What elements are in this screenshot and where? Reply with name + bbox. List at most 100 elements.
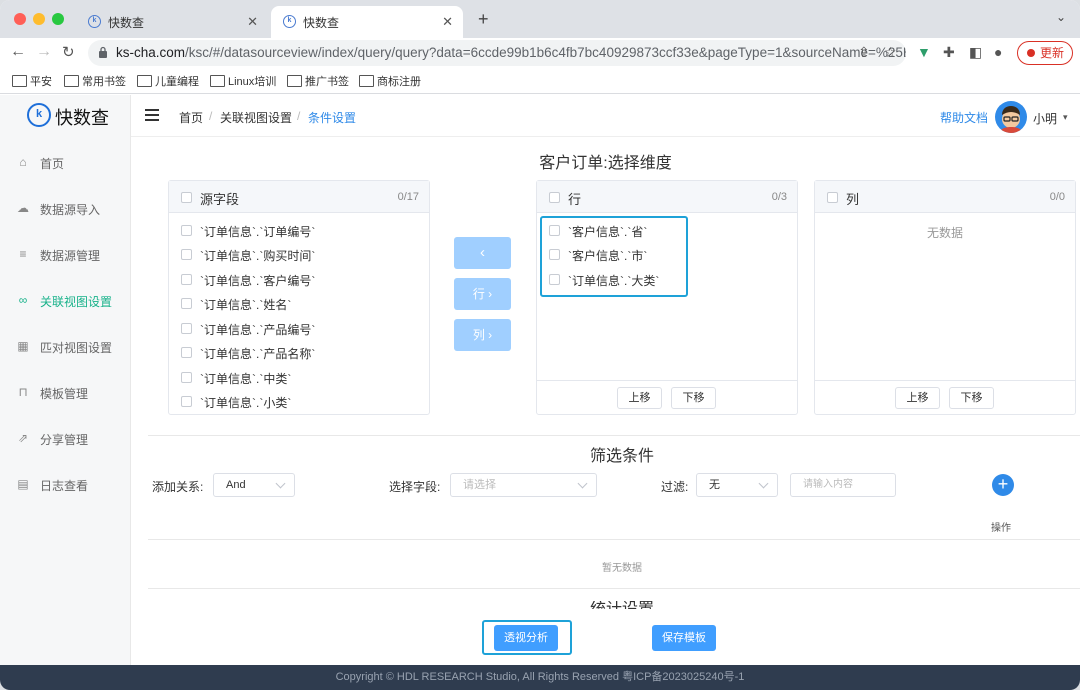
share-icon: ⇗ [17, 431, 29, 445]
vue-devtools-icon[interactable]: ▼ [917, 44, 931, 60]
item-checkbox[interactable] [181, 396, 192, 407]
sidebar-item-logs[interactable]: ▤ 日志查看 [0, 462, 131, 508]
user-menu-caret-icon[interactable]: ▾ [1063, 112, 1068, 123]
tab-search-chevron-icon[interactable]: ⌄ [1056, 10, 1066, 24]
reload-icon[interactable]: ↻ [62, 43, 75, 61]
list-item[interactable]: `订单信息`.`中类` [169, 366, 429, 390]
filter-title: 筛选条件 [589, 448, 654, 465]
extensions-icon[interactable]: ✚ [943, 44, 955, 61]
move-to-column-button[interactable]: 列 › [454, 319, 511, 351]
avatar[interactable] [995, 101, 1027, 133]
update-button[interactable]: 更新 [1017, 41, 1073, 65]
close-tab-icon[interactable]: ✕ [442, 14, 453, 30]
highlight-box [482, 620, 572, 655]
item-checkbox[interactable] [181, 298, 192, 309]
tab-bar: k 快数查 ✕ k 快数查 ✕ + ⌄ [0, 0, 1080, 38]
filter-select[interactable]: 无 [696, 473, 778, 497]
sidebar-item-home[interactable]: ⌂ 首页 [0, 140, 131, 186]
add-condition-button[interactable]: + [992, 474, 1014, 496]
item-checkbox[interactable] [181, 372, 192, 383]
field-select[interactable]: 请选择 [450, 473, 597, 497]
back-icon[interactable]: ← [10, 43, 26, 61]
relation-select[interactable]: And [213, 473, 295, 497]
bookmark-folder[interactable]: Linux培训 [208, 73, 276, 89]
sidebar-item-match-view[interactable]: ▦ 匹对视图设置 [0, 324, 131, 370]
share-page-icon[interactable]: ⇪ [858, 44, 870, 61]
sidebar-item-label: 模板管理 [40, 387, 89, 401]
bookmark-folder[interactable]: 平安 [10, 73, 52, 89]
url-path: /ksc/#/datasourceview/index/query/query?… [185, 45, 906, 60]
browser-window: k 快数查 ✕ k 快数查 ✕ + ⌄ ← → ↻ ks-cha.com/ksc… [0, 0, 1080, 690]
bookmark-folder[interactable]: 常用书签 [62, 73, 126, 89]
bookmark-folder[interactable]: 推广书签 [285, 73, 349, 89]
address-bar[interactable]: ks-cha.com/ksc/#/datasourceview/index/qu… [88, 40, 906, 66]
logo-mark-icon: k [27, 103, 51, 127]
sidebar: k 快数查 ⌂ 首页 ☁ 数据源导入 ≡ 数据源管理 ∞ 关联视图设置 ▦ 匹对视图设置 … [0, 95, 131, 665]
new-tab-icon[interactable]: + [478, 9, 489, 30]
move-down-button[interactable]: 下移 [671, 387, 716, 409]
sidebar-item-relation-view[interactable]: ∞ 关联视图设置 [0, 278, 131, 324]
sidebar-item-templates[interactable]: ⊓ 模板管理 [0, 370, 131, 416]
list-item[interactable]: `订单信息`.`订单编号` [169, 219, 429, 243]
sidebar-item-share[interactable]: ⇗ 分享管理 [0, 416, 131, 462]
sidebar-item-datasource-manage[interactable]: ≡ 数据源管理 [0, 232, 131, 278]
sidebar-item-label: 匹对视图设置 [40, 341, 113, 355]
list-item[interactable]: `订单信息`.`小类` [169, 390, 429, 414]
breadcrumb-home[interactable]: 首页 [179, 109, 203, 126]
bookmark-star-icon[interactable]: ☆ [884, 44, 897, 61]
item-checkbox[interactable] [181, 274, 192, 285]
empty-text: 暂无数据 [602, 563, 642, 574]
list-item[interactable]: `订单信息`.`姓名` [169, 292, 429, 316]
filter-value-input[interactable]: 请输入内容 [790, 473, 896, 497]
column-panel: 列 0/0 无数据 上移 下移 [814, 180, 1076, 415]
bookmark-folder[interactable]: 儿童编程 [135, 73, 199, 89]
move-to-row-button[interactable]: 行 › [454, 278, 511, 310]
table-divider [148, 539, 1080, 540]
select-all-checkbox[interactable] [549, 192, 560, 203]
move-up-button[interactable]: 上移 [617, 387, 662, 409]
sidebar-item-datasource-import[interactable]: ☁ 数据源导入 [0, 186, 131, 232]
item-checkbox[interactable] [181, 323, 192, 334]
minimize-window-button[interactable] [33, 13, 45, 25]
app-logo[interactable]: k 快数查 [0, 95, 131, 137]
bookmark-folder[interactable]: 商标注册 [357, 73, 421, 89]
site-favicon-icon: k [88, 15, 101, 28]
list-item[interactable]: `订单信息`.`购买时间` [169, 243, 429, 267]
section-divider [148, 435, 1080, 436]
item-checkbox[interactable] [181, 347, 192, 358]
source-field-panel: 源字段 0/17 `订单信息`.`订单编号` `订单信息`.`购买时间` `订单… [168, 180, 430, 415]
log-icon: ▤ [17, 477, 29, 491]
table-divider [148, 588, 1080, 589]
item-checkbox[interactable] [181, 225, 192, 236]
maximize-window-button[interactable] [52, 13, 64, 25]
move-back-button[interactable]: ‹ [454, 237, 511, 269]
profile-icon[interactable]: ● [994, 44, 1002, 60]
select-all-checkbox[interactable] [181, 192, 192, 203]
grid-icon: ▦ [17, 339, 29, 353]
forward-icon[interactable]: → [36, 43, 52, 61]
browser-tab-active[interactable]: k 快数查 ✕ [271, 6, 463, 38]
item-checkbox[interactable] [181, 249, 192, 260]
breadcrumb-relation-view[interactable]: 关联视图设置 [220, 109, 292, 126]
side-panel-icon[interactable]: ◧ [969, 44, 982, 61]
save-template-button[interactable]: 保存模板 [652, 625, 716, 651]
selected-count: 0/17 [397, 191, 419, 203]
close-tab-icon[interactable]: ✕ [247, 14, 258, 30]
list-item[interactable]: `订单信息`.`产品编号` [169, 317, 429, 341]
move-up-button[interactable]: 上移 [895, 387, 940, 409]
move-down-button[interactable]: 下移 [949, 387, 994, 409]
filter-label: 过滤: [661, 480, 689, 494]
panel-title: 列 [846, 192, 860, 207]
browser-tab[interactable]: k 快数查 ✕ [76, 6, 268, 38]
page-footer: Copyright © HDL RESEARCH Studio, All Rig… [0, 665, 1080, 690]
close-window-button[interactable] [14, 13, 26, 25]
select-all-checkbox[interactable] [827, 192, 838, 203]
site-favicon-icon: k [283, 15, 296, 28]
user-name[interactable]: 小明 [1033, 110, 1057, 127]
help-docs-link[interactable]: 帮助文档 [940, 109, 988, 126]
breadcrumb-separator: / [209, 109, 213, 123]
collapse-menu-icon[interactable] [145, 109, 159, 121]
list-item[interactable]: `订单信息`.`产品名称` [169, 341, 429, 365]
list-item[interactable]: `订单信息`.`客户编号` [169, 268, 429, 292]
sidebar-item-label: 分享管理 [40, 433, 89, 447]
